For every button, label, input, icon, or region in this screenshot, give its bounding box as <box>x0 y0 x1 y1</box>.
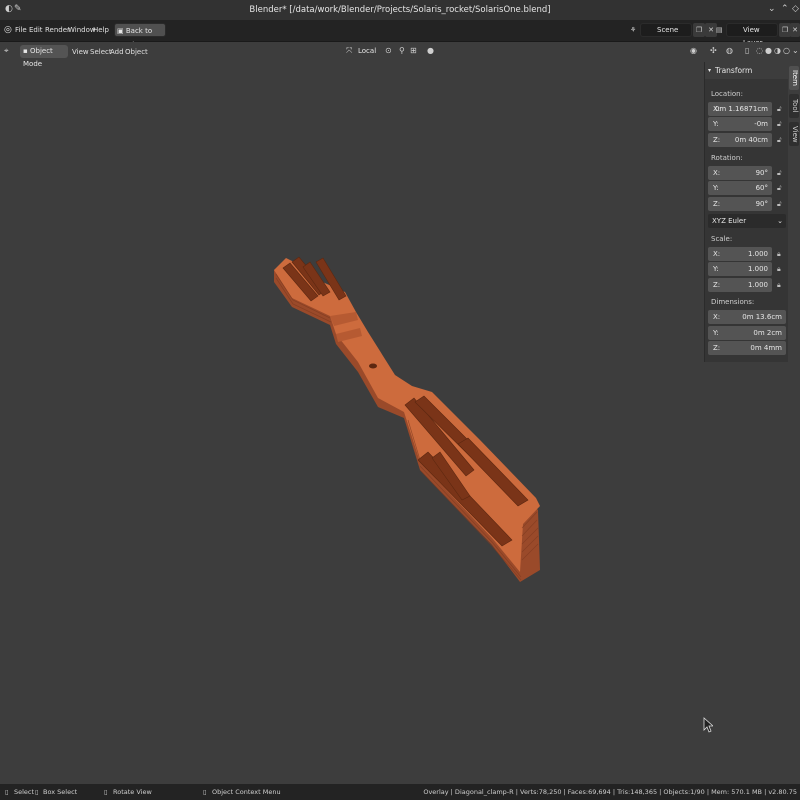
viewport-menu-view[interactable]: View <box>72 48 89 56</box>
transform-panel-header[interactable]: ▾ Transform <box>705 62 789 79</box>
mouse-cursor-icon <box>703 717 713 733</box>
view-layer-icon: ▤ <box>716 26 723 34</box>
close-icon[interactable]: ◇ <box>792 4 799 14</box>
view-layer-close-icon[interactable]: ✕ <box>790 23 800 37</box>
scale-x-field[interactable]: X: 1.000 <box>708 247 772 261</box>
right-mouse-icon: ▯ <box>203 788 207 796</box>
lock-rotation-x-icon[interactable]: 🔓︎ <box>777 169 782 178</box>
dimensions-x-field[interactable]: X: 0m 13.6cm <box>708 310 786 324</box>
gizmo-icon[interactable]: ✣ <box>710 46 717 55</box>
menu-help[interactable]: Help <box>93 26 109 34</box>
scene-icon: ⚘ <box>630 26 637 34</box>
middle-mouse-icon: ▯ <box>104 788 108 796</box>
rotation-z-field[interactable]: Z: 90° <box>708 197 772 211</box>
rendered-shading-icon[interactable]: ○ <box>783 46 790 55</box>
middle-drag-icon: ▯ <box>35 788 39 796</box>
lock-scale-y-icon[interactable]: 🔒︎ <box>777 265 781 274</box>
transform-panel: ▾ Transform Location: X: 0m 1.16871cm 🔓︎ … <box>704 62 789 362</box>
transform-orientation-icon: ⤧ <box>346 46 353 55</box>
3d-viewport[interactable] <box>0 62 788 784</box>
minimize-icon[interactable]: ⌄ <box>768 4 776 14</box>
shading-options-icon[interactable]: ⌄ <box>792 46 799 55</box>
location-y-field[interactable]: Y: -0m <box>708 117 772 131</box>
view-layer-field[interactable]: View Layer <box>726 23 778 47</box>
blender-menu-icon[interactable]: ◎ <box>4 25 12 35</box>
object-mode-icon: ▪ <box>23 47 28 55</box>
scale-z-field[interactable]: Z: 1.000 <box>708 278 772 292</box>
menu-window[interactable]: Window <box>68 26 96 34</box>
status-bar: ▯ Select ▯ Box Select ▯ Rotate View ▯ Ob… <box>0 784 800 800</box>
status-rotate-view: Rotate View <box>113 788 152 796</box>
maximize-icon[interactable]: ⌃ <box>781 4 789 14</box>
scale-label: Scale: <box>711 235 733 243</box>
lock-scale-z-icon[interactable]: 🔒︎ <box>777 281 781 290</box>
proportional-edit-icon[interactable]: ● <box>427 46 434 55</box>
viewport-menu-add[interactable]: Add <box>110 48 124 56</box>
title-bar: ◐ ✎ Blender* [/data/work/Blender/Project… <box>0 0 800 20</box>
menu-edit[interactable]: Edit <box>29 26 43 34</box>
status-select: Select <box>14 788 35 796</box>
menu-render[interactable]: Render <box>45 26 70 34</box>
rotation-label: Rotation: <box>711 154 743 162</box>
xray-icon[interactable]: ▯ <box>745 46 749 55</box>
sidebar-tabs: Item Tool View <box>788 62 800 162</box>
dimensions-z-field[interactable]: Z: 0m 4mm <box>708 341 786 355</box>
top-menu-bar: ◎ File Edit Render Window Help ▣ Back to… <box>0 20 800 49</box>
viewport-header: ⌖ ▪ Object Mode View Select Add Object ⤧… <box>0 42 800 68</box>
visibility-icon[interactable]: ◉ <box>690 46 697 55</box>
mount-hole <box>369 363 377 369</box>
rotation-mode-dropdown[interactable]: XYZ Euler ⌄ <box>708 214 786 228</box>
lock-location-x-icon[interactable]: 🔓︎ <box>777 105 782 114</box>
lock-rotation-y-icon[interactable]: 🔓︎ <box>777 184 782 193</box>
left-mouse-icon: ▯ <box>5 788 9 796</box>
lock-location-z-icon[interactable]: 🔓︎ <box>777 136 782 145</box>
snap-icon[interactable]: ⚲ <box>399 46 405 55</box>
diagonal-clamp-object[interactable] <box>274 256 540 582</box>
rotation-y-field[interactable]: Y: 60° <box>708 181 772 195</box>
status-box-select: Box Select <box>43 788 78 796</box>
orientation-dropdown[interactable]: Local <box>355 45 381 58</box>
screen-icon: ▣ <box>117 27 124 35</box>
tab-item[interactable]: Item <box>789 66 799 90</box>
location-label: Location: <box>711 90 743 98</box>
overlay-icon[interactable]: ◍ <box>726 46 733 55</box>
pivot-point-icon[interactable]: ⊙ <box>385 46 392 55</box>
viewport-menu-select[interactable]: Select <box>90 48 112 56</box>
tab-view[interactable]: View <box>789 122 799 146</box>
lock-scale-x-icon[interactable]: 🔒︎ <box>777 250 781 259</box>
scene-copy-icon[interactable]: ❐ <box>693 23 705 37</box>
location-x-field[interactable]: X: 0m 1.16871cm <box>708 102 772 116</box>
status-scene-stats: Overlay | Diagonal_clamp-R | Verts:78,25… <box>423 788 797 796</box>
viewport-menu-object[interactable]: Object <box>125 48 148 56</box>
solid-shading-icon[interactable]: ● <box>765 46 772 55</box>
chevron-down-icon: ⌄ <box>777 217 783 225</box>
back-to-previous-button[interactable]: ▣ Back to Previous <box>114 23 166 49</box>
wireframe-shading-icon[interactable]: ◌ <box>756 46 763 55</box>
location-z-field[interactable]: Z: 0m 40cm <box>708 133 772 147</box>
scene-field[interactable]: Scene <box>640 23 692 37</box>
dimensions-label: Dimensions: <box>711 298 755 306</box>
mode-dropdown[interactable]: ▪ Object Mode <box>20 45 68 68</box>
rotation-x-field[interactable]: X: 90° <box>708 166 772 180</box>
window-title: Blender* [/data/work/Blender/Projects/So… <box>249 5 551 15</box>
lock-location-y-icon[interactable]: 🔓︎ <box>777 120 782 129</box>
lock-rotation-z-icon[interactable]: 🔓︎ <box>777 200 782 209</box>
status-context-menu: Object Context Menu <box>212 788 281 796</box>
material-shading-icon[interactable]: ◑ <box>774 46 781 55</box>
tab-tool[interactable]: Tool <box>789 94 799 118</box>
snap-target-icon[interactable]: ⊞ <box>410 46 417 55</box>
dimensions-y-field[interactable]: Y: 0m 2cm <box>708 326 786 340</box>
editor-type-icon[interactable]: ⌖ <box>4 46 9 56</box>
menu-file[interactable]: File <box>15 26 27 34</box>
collapse-arrow-icon: ▾ <box>708 67 712 74</box>
scale-y-field[interactable]: Y: 1.000 <box>708 262 772 276</box>
